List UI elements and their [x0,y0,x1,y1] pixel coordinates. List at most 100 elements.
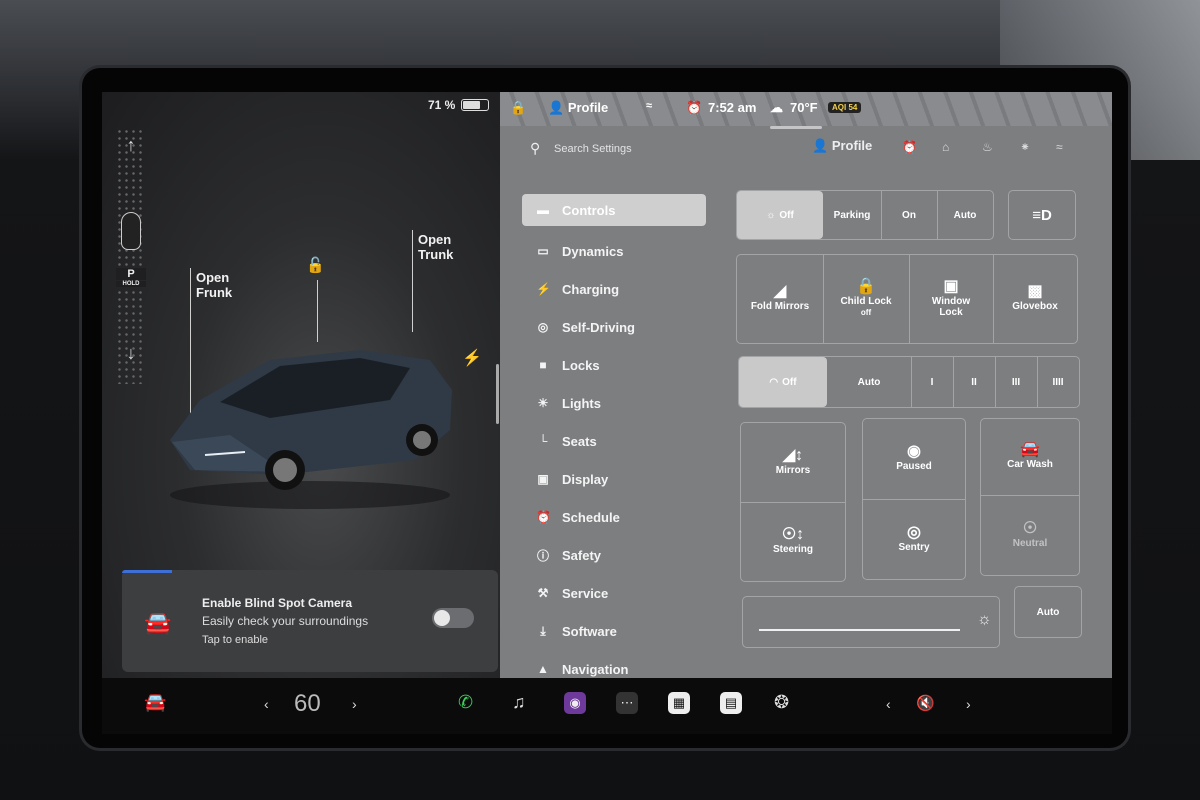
fold-mirrors-button[interactable]: ◢ Fold Mirrors [737,255,823,343]
menu-item-label: Navigation [562,661,629,677]
open-frunk-button[interactable]: Open Frunk [196,270,232,300]
menu-item-software[interactable]: ⤓ Software [522,612,706,650]
neutral-button[interactable]: ☉ Neutral [981,496,1079,575]
temperature-down-icon[interactable]: ‹ [264,696,269,712]
volume-down-icon[interactable]: ‹ [886,696,891,712]
menu-item-safety[interactable]: ⓘ Safety [522,536,706,574]
wifi-status-icon: ≈ [646,100,653,112]
lock-status-icon[interactable]: 🔒 [510,100,526,116]
car-visualization-panel: 71 % ↑ P HOLD ↓ Open Frunk 🔓 Open Trunk … [102,92,500,678]
bluetooth-icon[interactable]: ⁕ [1020,140,1030,154]
headlights-off-label: Off [779,209,794,221]
child-lock-button[interactable]: 🔒 Child Lock off [823,255,909,343]
phone-icon[interactable]: ✆ [458,692,473,713]
fan-icon[interactable]: ❂ [774,692,789,713]
menu-item-display[interactable]: ▣ Display [522,460,706,498]
menu-item-label: Seats [562,433,597,449]
notes-icon[interactable]: ▤ [720,692,742,714]
calendar-icon[interactable]: ▦ [668,692,690,714]
car-3d-model [170,350,452,509]
music-icon[interactable]: ♫ [512,692,526,713]
car-icon: ▭ [537,244,549,258]
blind-spot-camera-notification[interactable]: 🚘 Enable Blind Spot Camera Easily check … [122,570,498,672]
headlights-on-button[interactable]: On [881,191,937,239]
car-wash-button[interactable]: 🚘 Car Wash [981,419,1079,495]
window-icon: ▣ [943,277,959,295]
temperature-up-icon[interactable]: › [352,696,357,712]
glovebox-label: Glovebox [1012,301,1058,312]
menu-item-service[interactable]: ⚒ Service [522,574,706,612]
navigation-icon: ▲ [537,662,549,676]
unlock-icon[interactable]: 🔓 [306,256,325,274]
window-lock-button[interactable]: ▣ Window Lock [909,255,993,343]
bell-icon[interactable]: ♨ [982,140,993,154]
car-wash-icon: 🚘 [1020,441,1040,458]
gear-selector[interactable]: ↑ P HOLD ↓ [116,128,146,384]
profile-status[interactable]: 👤 Profile [548,100,608,116]
quick-controls: ◢ Fold Mirrors 🔒 Child Lock off ▣ Window Loc… [736,254,1078,344]
search-icon: ⚲ [530,140,541,156]
wiper-control: ◠ Off Auto I II III IIII [738,356,1080,408]
settings-panel: 🔒 👤 Profile ≈ ⏰ 7:52 am ☁ 70°F AQI 54 ⚲ … [500,92,1112,678]
open-trunk-button[interactable]: Open Trunk [418,232,453,262]
glovebox-button[interactable]: ▩ Glovebox [993,255,1077,343]
menu-item-label: Service [562,585,609,601]
wiper-speed-3-button[interactable]: III [995,357,1037,407]
menu-item-self-driving[interactable]: ◎ Self-Driving [522,308,706,346]
home-icon[interactable]: ⌂ [942,140,949,154]
notification-action[interactable]: Tap to enable [202,634,268,646]
wipers-off-label: Off [782,376,797,388]
pull-down-handle[interactable] [770,126,822,129]
high-beam-control[interactable]: ≡D [1008,190,1076,240]
menu-item-locks[interactable]: ■ Locks [522,346,706,384]
dashcam-sentry-group: ◉ Paused ◎ Sentry [862,418,966,580]
wipers-auto-button[interactable]: Auto [827,357,911,407]
menu-item-schedule[interactable]: ⏰ Schedule [522,498,706,536]
touchscreen: 71 % ↑ P HOLD ↓ Open Frunk 🔓 Open Trunk … [102,92,1112,734]
arrow-up-icon[interactable]: ↑ [125,136,137,154]
more-apps-icon[interactable]: ⋯ [616,692,638,714]
panel-scroll-handle[interactable] [496,364,499,424]
menu-item-lights[interactable]: ☀ Lights [522,384,706,422]
charge-port-icon[interactable]: ⚡ [462,348,482,368]
wipers-off-button[interactable]: ◠ Off [739,357,827,407]
child-lock-label: Child Lock [840,295,892,307]
blind-spot-camera-toggle[interactable] [432,608,474,628]
wifi-icon[interactable]: ≈ [1056,140,1063,154]
menu-item-label: Schedule [562,509,620,525]
alarm-clock-icon[interactable]: ⏰ [902,140,917,154]
menu-item-charging[interactable]: ⚡ Charging [522,270,706,308]
dashcam-button[interactable]: ◉ Paused [863,419,965,499]
menu-item-dynamics[interactable]: ▭ Dynamics [522,232,706,270]
aqi-badge: AQI 54 [828,102,862,113]
brightness-auto-button[interactable]: Auto [1014,586,1082,638]
steering-adjust-button[interactable]: ☉↕ Steering [741,503,845,581]
headlights-auto-button[interactable]: Auto [937,191,993,239]
high-beam-icon: ≡D [1032,206,1052,224]
mirrors-steering-group: ◢↕ Mirrors ☉↕ Steering [740,422,846,582]
wiper-speed-2-button[interactable]: II [953,357,995,407]
camera-icon[interactable]: ◉ [564,692,586,714]
search-settings-input[interactable] [554,138,794,160]
sun-icon: ☀ [537,396,549,410]
headlights-off-button[interactable]: ☼ Off [737,191,823,239]
sentry-button[interactable]: ◎ Sentry [863,500,965,579]
notification-progress [122,570,172,573]
mirrors-adjust-button[interactable]: ◢↕ Mirrors [741,423,845,502]
headlights-parking-button[interactable]: Parking [823,191,881,239]
sentry-icon: ◎ [907,523,921,541]
menu-item-controls[interactable]: ▬ Controls [522,194,706,226]
brightness-slider[interactable] [759,629,961,631]
menu-item-seats[interactable]: └ Seats [522,422,706,460]
car-wash-label: Car Wash [1007,459,1053,470]
volume-up-icon[interactable]: › [966,696,971,712]
headlights-control: ☼ Off Parking On Auto [736,190,994,240]
wiper-speed-1-button[interactable]: I [911,357,953,407]
profile-button[interactable]: 👤 Profile [812,138,872,154]
battery-status: 71 % [428,98,490,112]
arrow-down-icon[interactable]: ↓ [125,344,137,362]
wiper-speed-4-button[interactable]: IIII [1037,357,1079,407]
temperature-setting: 60 [294,690,321,717]
car-icon[interactable]: 🚘 [144,692,166,713]
mute-icon[interactable]: 🔇 [916,694,935,712]
